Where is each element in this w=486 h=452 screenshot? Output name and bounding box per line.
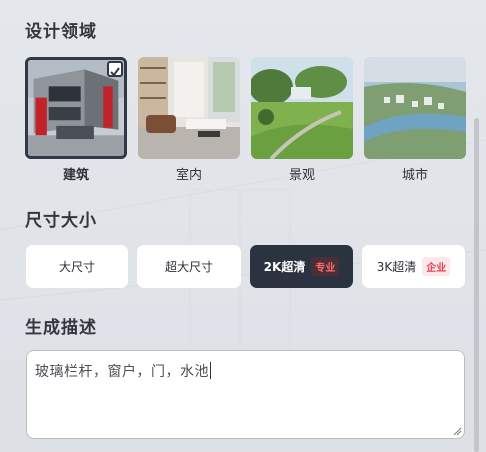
size-option-large[interactable]: 大尺寸	[26, 245, 128, 288]
description-title: 生成描述	[25, 318, 97, 338]
size-title: 尺寸大小	[25, 211, 97, 231]
size-option-xlarge[interactable]: 超大尺寸	[137, 245, 241, 288]
size-option-2k[interactable]: 2K超清 专业	[250, 245, 353, 288]
text-caret	[210, 362, 211, 379]
enterprise-badge: 企业	[422, 257, 451, 276]
scrollbar[interactable]	[474, 118, 479, 452]
interior-thumbnail	[138, 57, 240, 159]
domain-card-architecture[interactable]: 建筑	[25, 57, 127, 183]
domain-card-landscape[interactable]: 景观	[251, 57, 353, 183]
domain-card-interior[interactable]: 室内	[138, 57, 240, 183]
domain-label-city: 城市	[401, 168, 428, 183]
design-domain-title: 设计领域	[25, 22, 97, 42]
size-option-3k[interactable]: 3K超清 企业	[362, 245, 465, 288]
landscape-thumbnail	[251, 57, 353, 159]
pro-badge: 专业	[311, 257, 340, 276]
domain-label-landscape: 景观	[288, 168, 315, 183]
domain-label-interior: 室内	[175, 168, 202, 183]
size-option-label: 大尺寸	[58, 260, 95, 274]
description-textarea[interactable]: 玻璃栏杆，窗户，门，水池	[26, 350, 465, 439]
city-thumbnail	[364, 57, 466, 159]
selected-checkbox-icon	[107, 61, 123, 77]
size-option-label: 3K超清	[376, 260, 417, 274]
domain-card-city[interactable]: 城市	[364, 57, 466, 183]
size-option-label: 超大尺寸	[164, 260, 213, 274]
resize-handle-icon[interactable]	[453, 427, 462, 436]
description-text: 玻璃栏杆，窗户，门，水池	[35, 364, 209, 380]
domain-label-architecture: 建筑	[62, 168, 89, 183]
size-option-label: 2K超清	[263, 260, 306, 274]
